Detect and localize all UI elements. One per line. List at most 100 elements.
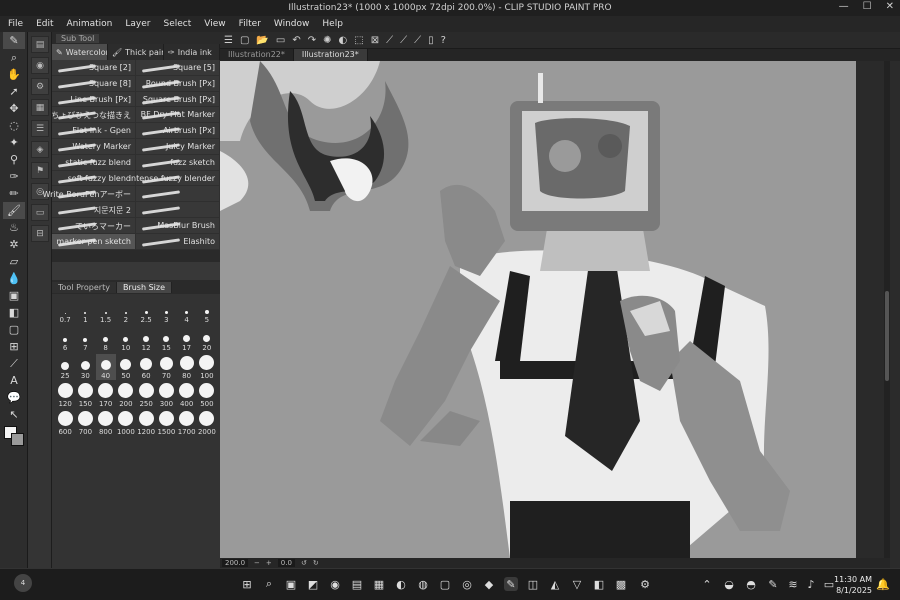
clear-icon[interactable]: ✺ bbox=[323, 35, 331, 46]
magic-wand-icon[interactable]: ✦ bbox=[3, 134, 25, 151]
balloon-icon[interactable]: 💬 bbox=[3, 389, 25, 406]
brush-size-option[interactable]: 120 bbox=[55, 382, 75, 408]
illustration-canvas[interactable] bbox=[220, 61, 890, 558]
widgets-icon[interactable]: ◩ bbox=[306, 577, 320, 591]
app-icon[interactable]: ◆ bbox=[482, 577, 496, 591]
file-explorer-icon[interactable]: ▤ bbox=[350, 577, 364, 591]
brush-size-option[interactable]: 1700 bbox=[177, 410, 197, 436]
brush-size-option[interactable]: 250 bbox=[136, 382, 156, 408]
hand-tool-icon[interactable]: ✋ bbox=[3, 66, 25, 83]
app-icon[interactable]: ▩ bbox=[614, 577, 628, 591]
text-icon[interactable]: A bbox=[3, 372, 25, 389]
brush-size-option[interactable]: 1200 bbox=[136, 410, 156, 436]
subtool-group-icon[interactable]: ▦ bbox=[31, 99, 49, 116]
subtool-group-icon[interactable]: ◉ bbox=[31, 57, 49, 74]
menu-filter[interactable]: Filter bbox=[239, 19, 261, 29]
settings-icon[interactable]: ⚙ bbox=[638, 577, 652, 591]
brush-size-option[interactable]: 1000 bbox=[116, 410, 136, 436]
brush-item[interactable]: MasBlur Brush bbox=[136, 217, 220, 234]
brush-item[interactable]: soft fuzzy blend bbox=[52, 170, 136, 187]
clock[interactable]: 11:30 AM 8/1/2025 bbox=[834, 574, 872, 596]
open-icon[interactable]: 📂 bbox=[256, 35, 268, 46]
brush-item[interactable]: Write BoruPenアーボー bbox=[43, 186, 136, 203]
fill-icon[interactable]: ▣ bbox=[3, 287, 25, 304]
undo-icon[interactable]: ↶ bbox=[292, 35, 300, 46]
eyedropper-icon[interactable]: ⚲ bbox=[3, 151, 25, 168]
brush-item[interactable]: ていろマーカー bbox=[52, 217, 136, 234]
figure-icon[interactable]: ▢ bbox=[3, 321, 25, 338]
brush-item[interactable]: Airbrush [Px] bbox=[136, 123, 220, 139]
brush-item[interactable]: Square [5] bbox=[136, 60, 220, 76]
brush-size-option[interactable]: 5 bbox=[197, 298, 217, 324]
start-icon[interactable]: ⊞ bbox=[240, 577, 254, 591]
snap-special-icon[interactable]: ⟋ bbox=[400, 35, 407, 46]
brush-size-option[interactable]: 12 bbox=[136, 326, 156, 352]
brush-size-option[interactable]: 30 bbox=[75, 354, 95, 380]
brush-size-option[interactable]: 25 bbox=[55, 354, 75, 380]
brush-item[interactable]: fuzz sketch bbox=[136, 154, 220, 171]
brush-size-option[interactable]: 2000 bbox=[197, 410, 217, 436]
chevron-up-icon[interactable]: ⌃ bbox=[700, 577, 714, 591]
app-icon[interactable]: ◫ bbox=[526, 577, 540, 591]
volume-icon[interactable]: ♪ bbox=[804, 577, 818, 591]
correct-line-icon[interactable]: ↖ bbox=[3, 406, 25, 423]
app-icon[interactable]: ▦ bbox=[372, 577, 386, 591]
search-icon[interactable]: ⌕ bbox=[262, 577, 276, 591]
brush-size-option[interactable]: 17 bbox=[177, 326, 197, 352]
brush-size-option[interactable]: 20 bbox=[197, 326, 217, 352]
brush-size-option[interactable]: 1 bbox=[75, 298, 95, 324]
new-icon[interactable]: ▢ bbox=[240, 35, 249, 46]
brush-size-option[interactable]: 6 bbox=[55, 326, 75, 352]
tab-india-ink[interactable]: ✑ India ink bbox=[164, 44, 220, 60]
browser-icon[interactable]: ◐ bbox=[394, 577, 408, 591]
brush-size-option[interactable]: 15 bbox=[156, 326, 176, 352]
pen-icon[interactable]: ✑ bbox=[3, 168, 25, 185]
tab-watercolor[interactable]: ✎ Watercolor bbox=[52, 44, 108, 60]
frame-icon[interactable]: ⊞ bbox=[3, 338, 25, 355]
weather-icon[interactable]: 4 bbox=[14, 574, 32, 592]
brush-size-option[interactable]: 2 bbox=[116, 298, 136, 324]
brush-item[interactable]: marker-pen sketch bbox=[52, 233, 136, 250]
decoration-icon[interactable]: ✲ bbox=[3, 236, 25, 253]
subtool-group-icon[interactable]: ▭ bbox=[31, 204, 49, 221]
brush-item[interactable]: Square [2] bbox=[52, 60, 136, 76]
rotation-value[interactable]: 0.0 bbox=[277, 559, 295, 567]
eraser-icon[interactable]: ▱ bbox=[3, 253, 25, 270]
app-icon[interactable]: ◭ bbox=[548, 577, 562, 591]
brush-item[interactable]: ちょびひえつな描きえ bbox=[51, 107, 136, 124]
brush-item[interactable]: static fuzz blend bbox=[52, 154, 136, 171]
move-tool-icon[interactable]: ✥ bbox=[3, 100, 25, 117]
subtool-group-icon[interactable]: ▤ bbox=[31, 36, 49, 53]
transform-icon[interactable]: ⬚ bbox=[354, 35, 363, 46]
app-icon[interactable]: ▽ bbox=[570, 577, 584, 591]
menu-layer[interactable]: Layer bbox=[125, 19, 150, 29]
tray-icon[interactable]: ◒ bbox=[722, 577, 736, 591]
wifi-icon[interactable]: ≋ bbox=[786, 577, 800, 591]
brush-size-option[interactable]: 170 bbox=[96, 382, 116, 408]
subtool-group-icon[interactable]: ⊟ bbox=[31, 225, 49, 242]
menu-file[interactable]: File bbox=[8, 19, 23, 29]
subtool-group-icon[interactable]: ☰ bbox=[31, 120, 49, 137]
gradient-icon[interactable]: ◧ bbox=[3, 304, 25, 321]
pen-tool-icon[interactable]: ✎ bbox=[3, 32, 25, 49]
scrollbar-thumb[interactable] bbox=[885, 291, 889, 381]
rotate-right-icon[interactable]: ↻ bbox=[313, 559, 319, 567]
brush-item[interactable]: intense fuzzy blender bbox=[129, 170, 220, 187]
brush-item[interactable]: 지문지문 2 bbox=[52, 202, 136, 218]
brush-item[interactable]: Watery Marker bbox=[52, 138, 136, 155]
brush-size-option[interactable]: 800 bbox=[96, 410, 116, 436]
canvas-area[interactable] bbox=[220, 61, 890, 558]
brush-icon[interactable]: 🖌 bbox=[3, 202, 25, 219]
brush-size-option[interactable]: 40 bbox=[95, 354, 116, 380]
brush-size-option[interactable]: 200 bbox=[116, 382, 136, 408]
clip-studio-icon[interactable]: ✎ bbox=[504, 577, 518, 591]
brush-size-option[interactable]: 50 bbox=[116, 354, 136, 380]
brush-item[interactable]: Square Brush [Px] bbox=[136, 91, 220, 108]
brush-size-option[interactable]: 80 bbox=[177, 354, 197, 380]
deselect-icon[interactable]: ⊠ bbox=[371, 35, 379, 46]
brush-size-option[interactable]: 8 bbox=[96, 326, 116, 352]
redo-icon[interactable]: ↷ bbox=[308, 35, 316, 46]
brush-item[interactable]: Round Brush [Px] bbox=[136, 75, 220, 92]
subtool-group-icon[interactable]: ◈ bbox=[31, 141, 49, 158]
save-icon[interactable]: ▭ bbox=[276, 35, 285, 46]
